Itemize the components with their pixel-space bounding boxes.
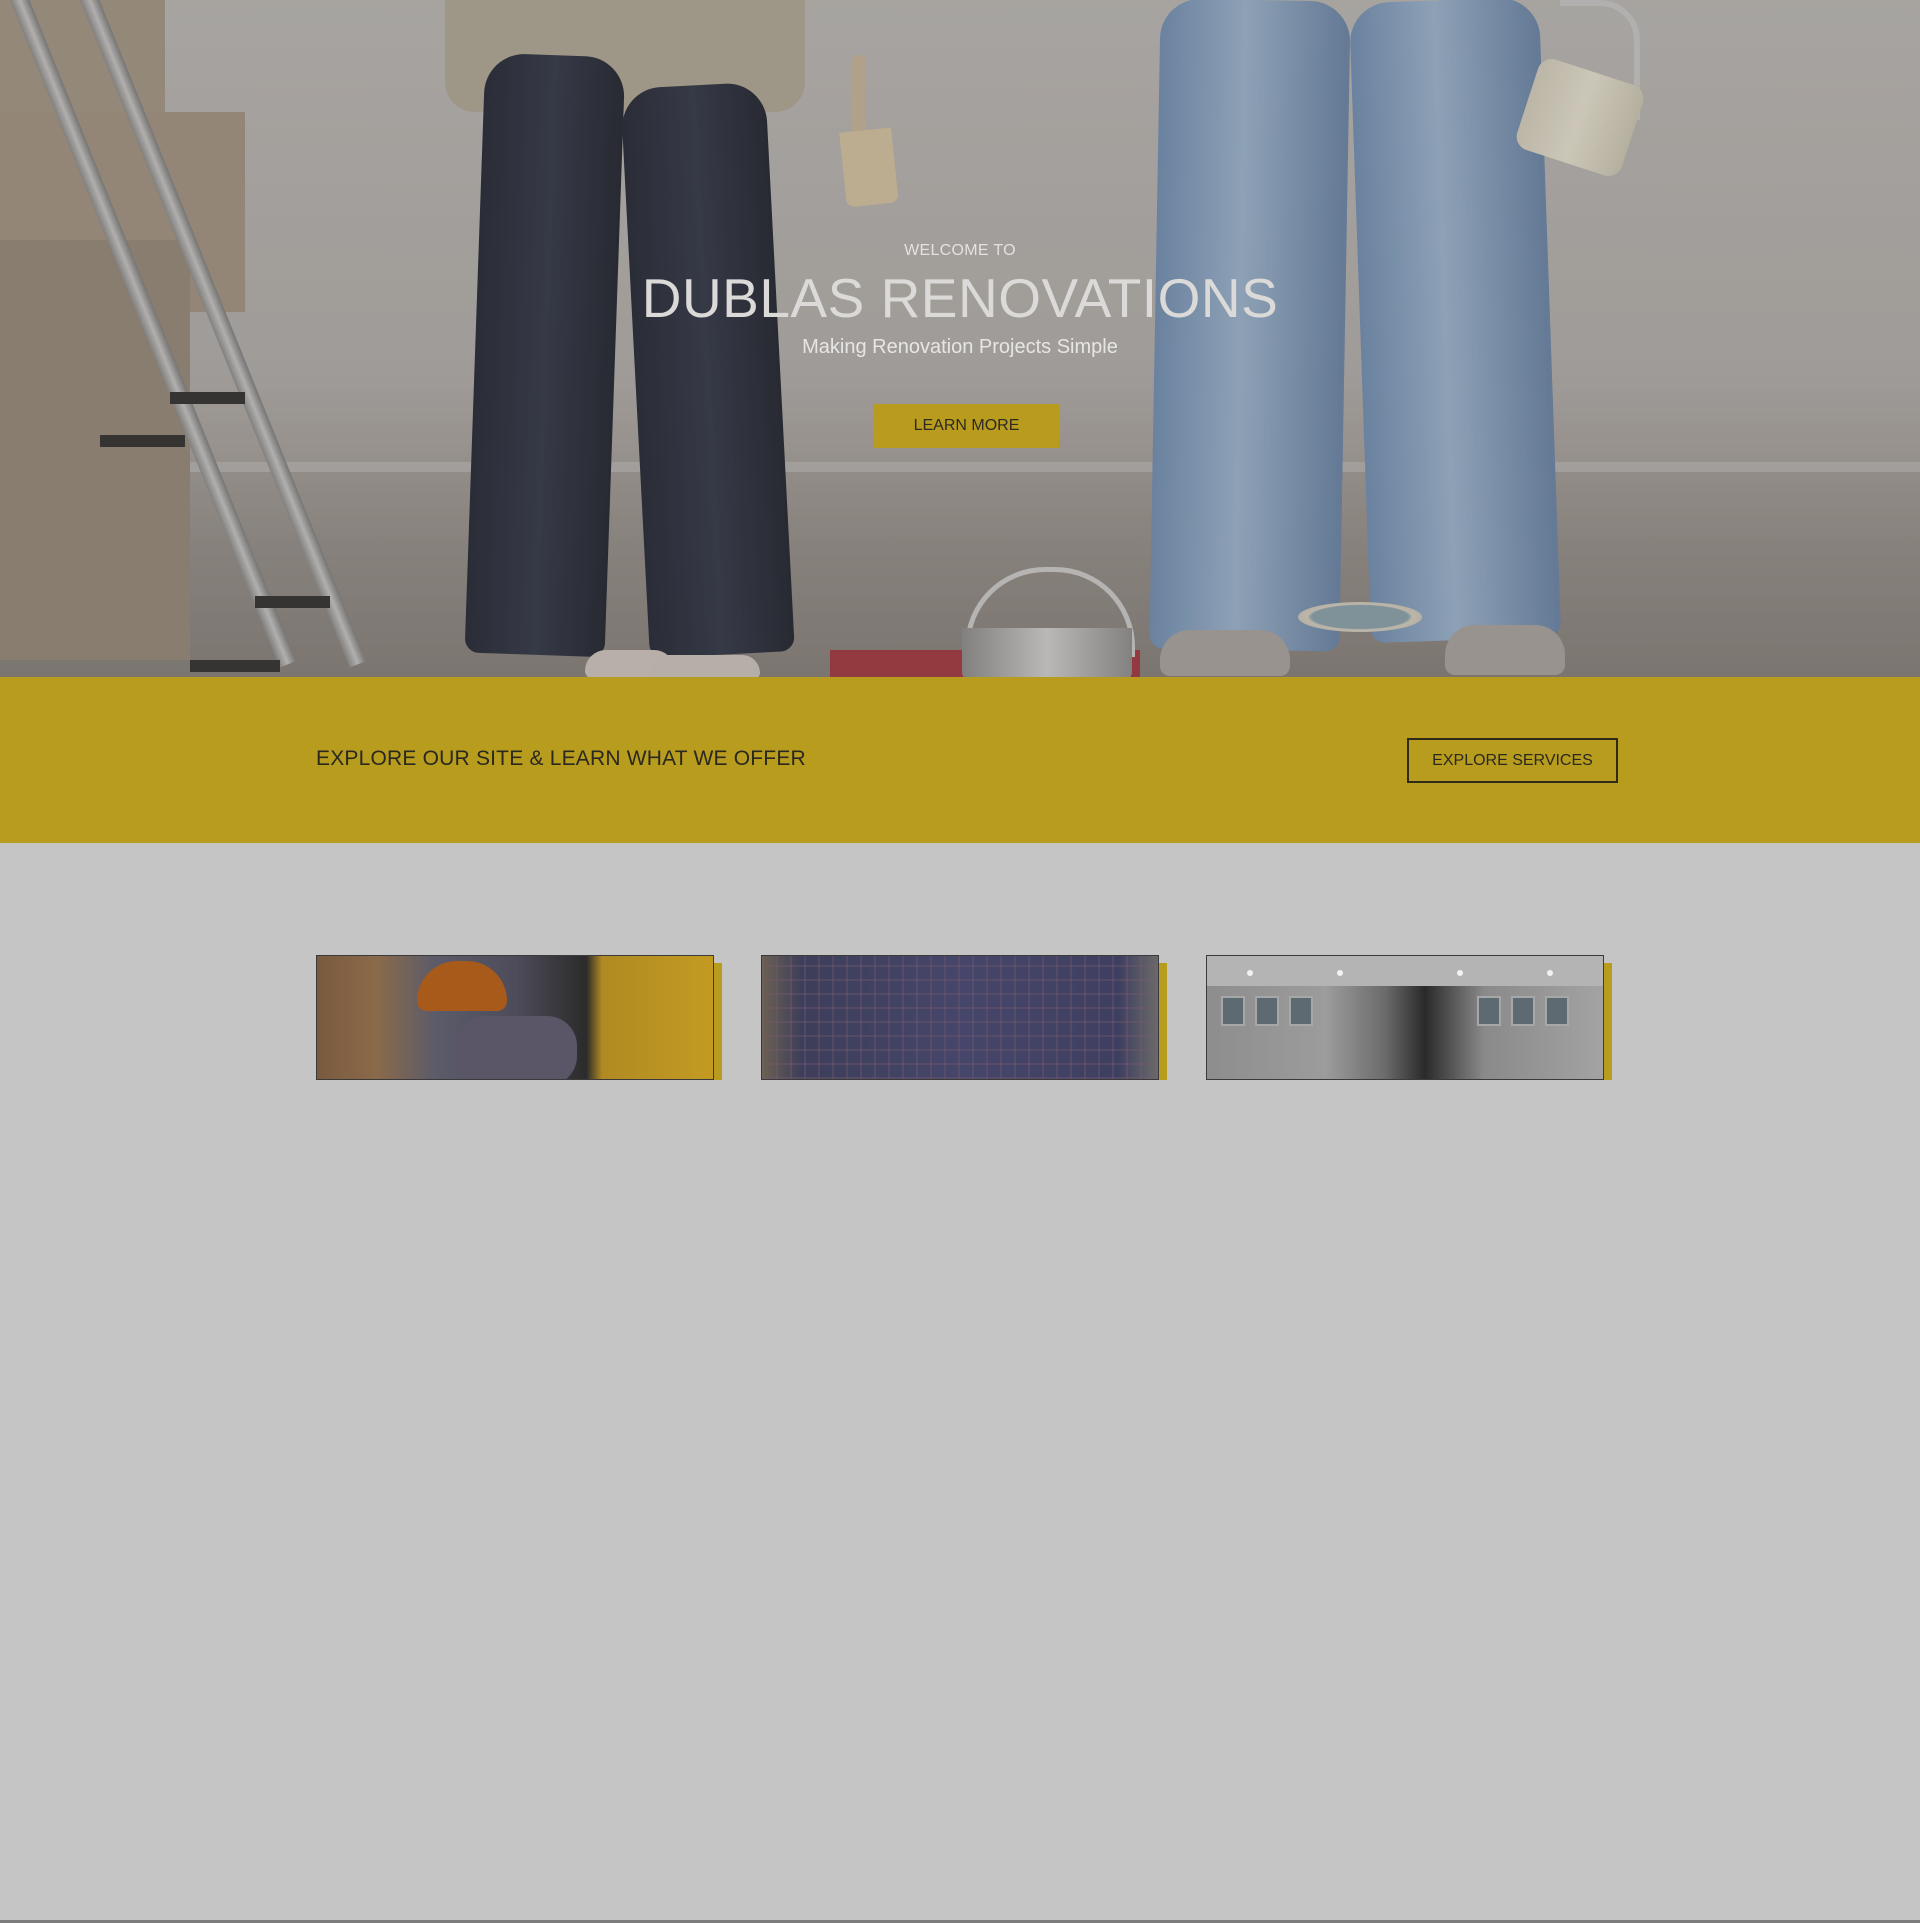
card-accent [1159, 963, 1167, 1080]
hero-eyebrow: WELCOME TO [904, 242, 1016, 259]
kitchen-interior-photo [1206, 955, 1604, 1080]
card-accent [1604, 963, 1612, 1080]
learn-more-button[interactable]: LEARN MORE [874, 404, 1059, 448]
card-accent [714, 963, 722, 1080]
service-card-worker[interactable] [316, 955, 722, 1080]
explore-band-text: EXPLORE OUR SITE & LEARN WHAT WE OFFER [316, 747, 806, 770]
services-section [0, 843, 1920, 1923]
hero-subtitle: Making Renovation Projects Simple [802, 336, 1118, 358]
service-card-kitchen[interactable] [1206, 955, 1612, 1080]
worker-photo [316, 955, 714, 1080]
hero-section: WELCOME TO DUBLAS RENOVATIONS Making Ren… [0, 0, 1920, 677]
explore-services-button[interactable]: EXPLORE SERVICES [1407, 738, 1618, 783]
consultant-photo [761, 955, 1159, 1080]
service-card-consultant[interactable] [761, 955, 1167, 1080]
hero-content: WELCOME TO DUBLAS RENOVATIONS Making Ren… [0, 0, 1920, 677]
explore-band: EXPLORE OUR SITE & LEARN WHAT WE OFFER E… [0, 677, 1920, 843]
hero-title: DUBLAS RENOVATIONS [641, 267, 1279, 329]
